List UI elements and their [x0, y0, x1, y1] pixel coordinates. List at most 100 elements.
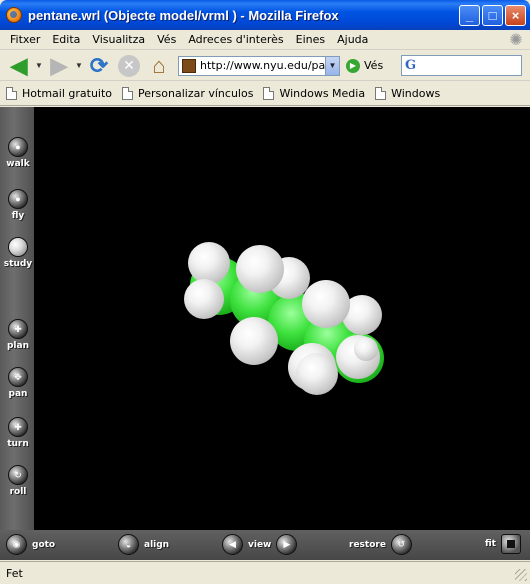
- restore-label: restore: [349, 539, 386, 550]
- next-viewpoint-icon[interactable]: ▶: [276, 534, 298, 555]
- back-arrow-icon: ◀: [10, 52, 28, 78]
- roll-tool[interactable]: ↻ roll: [0, 465, 36, 497]
- hydrogen-atom: [230, 317, 278, 365]
- fit-label: fit: [485, 539, 496, 549]
- throbber-icon: ✺: [509, 32, 523, 49]
- forward-history-dropdown[interactable]: ▼: [74, 61, 84, 70]
- fly-icon: ●: [8, 189, 28, 209]
- page-icon: [122, 87, 134, 100]
- pan-tool[interactable]: ✥ pan: [0, 367, 36, 399]
- home-button[interactable]: ⌂: [144, 52, 174, 80]
- home-icon: ⌂: [152, 52, 166, 78]
- forward-button[interactable]: ▶: [44, 52, 74, 80]
- bookmark-label: Windows Media: [279, 87, 366, 100]
- menu-bar: Fitxer Edita Visualitza Vés Adreces d'in…: [0, 30, 530, 50]
- view-control[interactable]: ◀ view ▶: [222, 534, 298, 555]
- reload-button[interactable]: ⟳: [84, 52, 114, 80]
- menu-adreces[interactable]: Adreces d'interès: [182, 33, 289, 46]
- bookmark-label: Windows: [391, 87, 441, 100]
- goto-icon: ◉: [6, 534, 27, 555]
- menu-ves[interactable]: Vés: [151, 33, 182, 46]
- stop-icon: ✕: [123, 57, 135, 73]
- minimize-button[interactable]: _: [459, 5, 480, 26]
- turn-icon: ✚: [8, 417, 28, 437]
- google-search-engine-icon[interactable]: G: [405, 58, 421, 74]
- bookmark-item[interactable]: Windows Media: [263, 87, 365, 100]
- url-history-dropdown[interactable]: ▼: [325, 56, 339, 75]
- back-history-dropdown[interactable]: ▼: [34, 61, 44, 70]
- goto-control[interactable]: ◉ goto: [6, 534, 60, 555]
- walk-icon: ●: [8, 137, 28, 157]
- hydrogen-atom: [296, 353, 338, 395]
- menu-edita[interactable]: Edita: [46, 33, 86, 46]
- view-label: view: [248, 539, 272, 550]
- previous-viewpoint-icon[interactable]: ◀: [222, 534, 243, 555]
- resize-grip[interactable]: [515, 569, 527, 581]
- 3d-scene-canvas[interactable]: [34, 107, 530, 530]
- roll-icon: ↻: [8, 465, 28, 485]
- study-tool[interactable]: study: [0, 237, 36, 269]
- navigation-toolbar: ◀ ▼ ▶ ▼ ⟳ ✕ ⌂ http://www.nyu.edu/pages ▼…: [0, 51, 530, 81]
- go-arrow-icon: ▶: [346, 58, 360, 73]
- turn-tool[interactable]: ✚ turn: [0, 417, 36, 449]
- bookmark-label: Hotmail gratuito: [22, 87, 113, 100]
- window-title: pentane.wrl (Objecte model/vrml ) - Mozi…: [28, 7, 339, 23]
- vrml-viewer: ● walk ● fly study ✚ plan ✥ pan ✚ turn ↻…: [0, 107, 530, 560]
- restore-control[interactable]: restore ↺: [344, 534, 412, 555]
- page-icon: [6, 87, 17, 100]
- goto-label: goto: [32, 539, 56, 550]
- page-icon: [263, 87, 275, 100]
- window-controls: _ □ ×: [459, 5, 526, 26]
- bookmark-item[interactable]: Hotmail gratuito: [6, 87, 112, 100]
- go-button[interactable]: ▶ Vés: [346, 58, 383, 73]
- back-button[interactable]: ◀: [4, 52, 34, 80]
- reload-icon: ⟳: [89, 52, 109, 78]
- menu-eines[interactable]: Eines: [290, 33, 331, 46]
- page-icon: [375, 87, 387, 100]
- status-text: Fet: [6, 566, 23, 580]
- plan-label: plan: [6, 341, 29, 351]
- fly-label: fly: [11, 211, 25, 221]
- site-favicon: [182, 58, 196, 73]
- search-box[interactable]: G: [401, 55, 522, 76]
- viewpoint-control-bar: ◉ goto ◒ align ◀ view ▶ restore ↺ fit: [0, 530, 530, 560]
- address-bar[interactable]: http://www.nyu.edu/pages ▼: [178, 55, 340, 76]
- fit-icon: [500, 534, 521, 554]
- fly-tool[interactable]: ● fly: [0, 189, 36, 221]
- hydrogen-atom: [354, 337, 378, 361]
- menu-fitxer[interactable]: Fitxer: [4, 33, 46, 46]
- status-bar: Fet: [0, 561, 530, 584]
- study-icon: [8, 237, 28, 257]
- hydrogen-atom: [184, 279, 224, 319]
- pan-label: pan: [8, 389, 28, 399]
- forward-arrow-icon: ▶: [50, 52, 68, 78]
- fit-control[interactable]: fit: [480, 534, 521, 554]
- pan-icon: ✥: [8, 367, 28, 387]
- roll-label: roll: [9, 487, 27, 497]
- walk-label: walk: [6, 159, 30, 169]
- align-control[interactable]: ◒ align: [118, 534, 174, 555]
- study-label: study: [3, 259, 33, 269]
- navigation-mode-panel: ● walk ● fly study ✚ plan ✥ pan ✚ turn ↻…: [0, 107, 34, 530]
- bookmarks-toolbar: Hotmail gratuito Personalizar vínculos W…: [0, 82, 530, 106]
- bookmark-item[interactable]: Personalizar vínculos: [122, 87, 253, 100]
- bookmark-item[interactable]: Windows: [375, 87, 440, 100]
- hydrogen-atom: [236, 245, 284, 293]
- align-label: align: [144, 539, 170, 550]
- align-icon: ◒: [118, 534, 139, 555]
- hydrogen-atom: [188, 242, 230, 284]
- plan-tool[interactable]: ✚ plan: [0, 319, 36, 351]
- stop-button[interactable]: ✕: [118, 54, 140, 77]
- bookmark-label: Personalizar vínculos: [138, 87, 254, 100]
- hydrogen-atom: [302, 280, 350, 328]
- title-bar[interactable]: pentane.wrl (Objecte model/vrml ) - Mozi…: [0, 0, 530, 30]
- plan-icon: ✚: [8, 319, 28, 339]
- maximize-button[interactable]: □: [482, 5, 503, 26]
- menu-visualitza[interactable]: Visualitza: [86, 33, 151, 46]
- menu-ajuda[interactable]: Ajuda: [331, 33, 374, 46]
- close-button[interactable]: ×: [505, 5, 526, 26]
- restore-icon: ↺: [390, 534, 412, 555]
- url-field[interactable]: http://www.nyu.edu/pages: [200, 59, 325, 72]
- walk-tool[interactable]: ● walk: [0, 137, 36, 169]
- firefox-icon: [6, 7, 22, 23]
